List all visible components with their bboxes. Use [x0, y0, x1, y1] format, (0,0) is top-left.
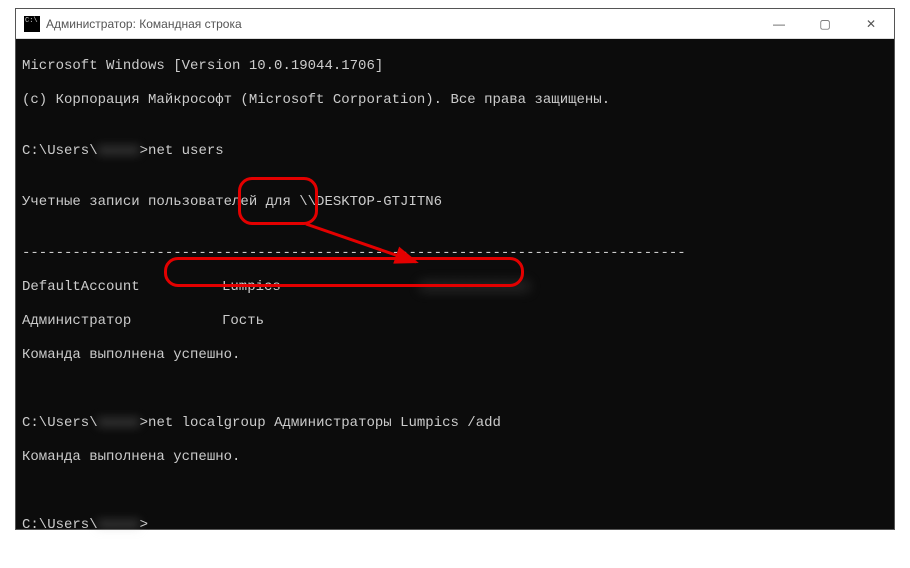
col-b: Lumpics — [222, 279, 420, 296]
censored-user: xxxxx — [98, 143, 140, 160]
command-2: net localgroup Администраторы Lumpics /a… — [148, 415, 501, 431]
cmd-window: Администратор: Командная строка — ▢ ✕ Mi… — [15, 8, 895, 530]
window-title: Администратор: Командная строка — [46, 17, 242, 31]
success-1: Команда выполнена успешно. — [22, 347, 888, 364]
prompt-gt: > — [140, 143, 148, 159]
close-button[interactable]: ✕ — [848, 9, 894, 39]
prompt-gt: > — [140, 415, 148, 431]
prompt-prefix: C:\Users\ — [22, 415, 98, 431]
terminal-output[interactable]: Microsoft Windows [Version 10.0.19044.17… — [16, 39, 894, 529]
window-controls: — ▢ ✕ — [756, 9, 894, 39]
prompt-prefix: C:\Users\ — [22, 517, 98, 533]
user-row-1: DefaultAccountLumpicsxxxxxxxxxxxxx — [22, 279, 888, 296]
cmd-icon — [24, 16, 40, 32]
prompt-prefix: C:\Users\ — [22, 143, 98, 159]
prompt-line-2: C:\Users\xxxxx>net localgroup Администра… — [22, 415, 888, 432]
accounts-header: Учетные записи пользователей для \\DESKT… — [22, 194, 888, 211]
col-b: Гость — [222, 313, 264, 329]
prompt-line-3: C:\Users\xxxxx> — [22, 517, 888, 534]
command-1: net users — [148, 143, 224, 159]
separator: ----------------------------------------… — [22, 245, 888, 262]
success-2: Команда выполнена успешно. — [22, 449, 888, 466]
col-a: Администратор — [22, 313, 222, 330]
censored-user: xxxxx — [98, 415, 140, 432]
minimize-button[interactable]: — — [756, 9, 802, 39]
user-row-2: АдминистраторГость — [22, 313, 888, 330]
censored-account: xxxxxxxxxxxxx — [420, 279, 529, 296]
prompt-gt: > — [140, 517, 148, 533]
prompt-line-1: C:\Users\xxxxx>net users — [22, 143, 888, 160]
maximize-button[interactable]: ▢ — [802, 9, 848, 39]
col-a: DefaultAccount — [22, 279, 222, 296]
line-copyright: (c) Корпорация Майкрософт (Microsoft Cor… — [22, 92, 888, 109]
line-version: Microsoft Windows [Version 10.0.19044.17… — [22, 58, 888, 75]
titlebar: Администратор: Командная строка — ▢ ✕ — [16, 9, 894, 39]
censored-user: xxxxx — [98, 517, 140, 534]
